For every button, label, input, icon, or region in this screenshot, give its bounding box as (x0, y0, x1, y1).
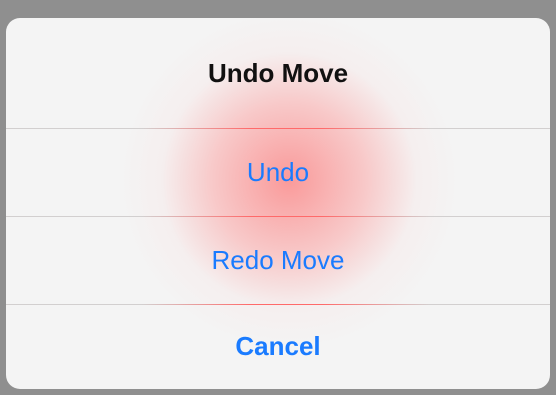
redo-move-button[interactable]: Redo Move (6, 216, 550, 304)
sheet-title: Undo Move (207, 57, 349, 88)
action-sheet: Undo Move Undo Redo Move Cancel (6, 18, 550, 389)
cancel-button[interactable]: Cancel (6, 304, 550, 389)
undo-button[interactable]: Undo (6, 128, 550, 216)
